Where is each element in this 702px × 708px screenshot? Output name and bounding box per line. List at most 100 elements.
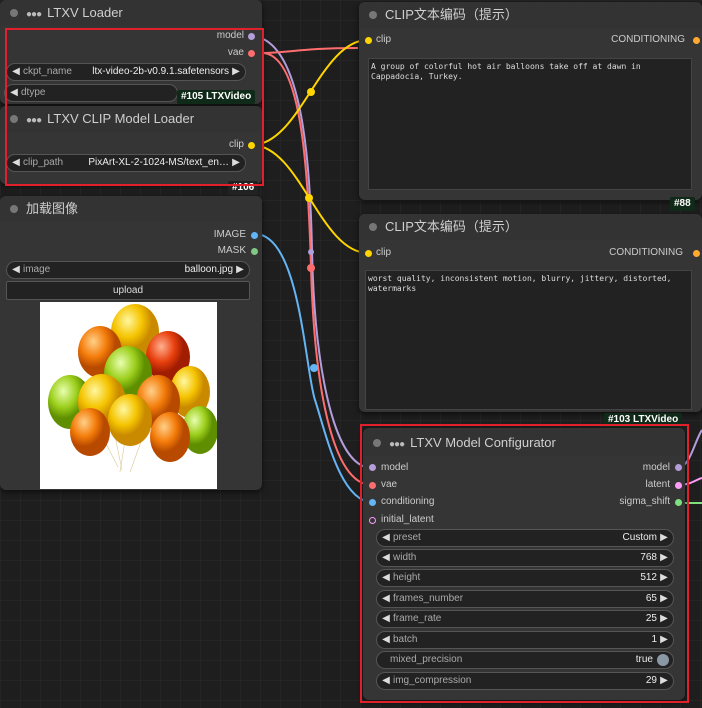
output-pin-model[interactable] <box>675 464 682 471</box>
output-pin-conditioning[interactable] <box>693 250 700 257</box>
arrow-left-icon[interactable]: ◀ <box>380 591 392 607</box>
output-pin-image[interactable] <box>251 232 258 239</box>
clip-path-combo[interactable]: ◀ clip_path PixArt-XL-2-1024-MS/text_en…… <box>6 154 246 172</box>
prompt-textarea[interactable]: worst quality, inconsistent motion, blur… <box>365 270 692 410</box>
node-id-badge: #103 LTXVideo <box>604 413 683 427</box>
output-label-sigma-shift: sigma_shift <box>619 496 670 507</box>
input-pin-initial-latent[interactable] <box>369 517 376 524</box>
arrow-right-icon[interactable]: ▶ <box>230 155 242 171</box>
input-label-initial-latent: initial_latent <box>381 514 434 525</box>
node-title-bar[interactable]: CLIP文本编码（提示） <box>359 214 702 240</box>
arrow-right-icon[interactable]: ▶ <box>658 673 670 689</box>
wire-clip-pos <box>251 39 369 146</box>
wire-model <box>249 35 373 469</box>
ltx-logo-icon: ●●● <box>26 9 42 20</box>
arrow-left-icon[interactable]: ◀ <box>10 64 22 80</box>
input-pin-conditioning[interactable] <box>369 499 376 506</box>
widget-value: true <box>635 654 653 665</box>
mixed-precision-toggle[interactable]: mixed_precision true <box>376 651 674 669</box>
arrow-left-icon[interactable]: ◀ <box>380 550 392 566</box>
preset-combo[interactable]: ◀ preset Custom ▶ <box>376 529 674 547</box>
widget-value: 768 <box>640 552 657 563</box>
reroute-dot <box>307 264 315 272</box>
widget-label: ckpt_name <box>23 66 72 77</box>
prompt-textarea[interactable]: A group of colorful hot air balloons tak… <box>368 58 692 190</box>
input-pin-clip[interactable] <box>365 37 372 44</box>
arrow-right-icon[interactable]: ▶ <box>658 632 670 648</box>
ltxv-loader-node[interactable]: ●●● LTXV Loader model vae ◀ ckpt_name ltx… <box>0 0 262 104</box>
ltx-logo-icon: ●●● <box>389 439 405 450</box>
collapse-dot-icon[interactable] <box>10 205 18 213</box>
arrow-right-icon[interactable]: ▶ <box>658 591 670 607</box>
node-title-bar[interactable]: CLIP文本编码（提示） <box>359 2 702 28</box>
arrow-left-icon[interactable]: ◀ <box>380 632 392 648</box>
height-number[interactable]: ◀ height 512 ▶ <box>376 569 674 587</box>
ckpt-name-combo[interactable]: ◀ ckpt_name ltx-video-2b-v0.9.1.safetens… <box>6 63 246 81</box>
arrow-left-icon[interactable]: ◀ <box>380 570 392 586</box>
arrow-right-icon[interactable]: ▶ <box>230 64 242 80</box>
clip-loader-node[interactable]: ●●● LTXV CLIP Model Loader clip ◀ clip_pa… <box>0 106 262 184</box>
node-title: LTXV Loader <box>47 5 123 20</box>
clip-text-encode-positive-node[interactable]: CLIP文本编码（提示） clip CONDITIONING A group o… <box>359 2 702 200</box>
node-id-badge: #88 <box>670 197 695 211</box>
toggle-knob-icon[interactable] <box>657 654 669 666</box>
arrow-right-icon[interactable]: ▶ <box>658 530 670 546</box>
output-pin-mask[interactable] <box>251 248 258 255</box>
frames-number-number[interactable]: ◀ frames_number 65 ▶ <box>376 590 674 608</box>
ltx-logo-icon: ●●● <box>26 115 42 126</box>
output-pin-vae[interactable] <box>248 50 255 57</box>
collapse-dot-icon[interactable] <box>373 439 381 447</box>
reroute-dot <box>305 194 313 202</box>
frame-rate-number[interactable]: ◀ frame_rate 25 ▶ <box>376 610 674 628</box>
load-image-node[interactable]: 加载图像 IMAGE MASK ◀ image balloon.jpg ▶ up… <box>0 196 262 490</box>
collapse-dot-icon[interactable] <box>369 223 377 231</box>
arrow-left-icon[interactable]: ◀ <box>10 262 22 278</box>
node-title-bar[interactable]: ●●● LTXV CLIP Model Loader <box>0 106 262 132</box>
widget-label: clip_path <box>23 157 64 168</box>
node-title-bar[interactable]: ●●● LTXV Model Configurator <box>363 430 685 456</box>
input-pin-vae[interactable] <box>369 482 376 489</box>
collapse-dot-icon[interactable] <box>369 11 377 19</box>
wire-vae <box>261 52 373 486</box>
node-title-bar[interactable]: ●●● LTXV Loader <box>0 0 262 26</box>
input-pin-model[interactable] <box>369 464 376 471</box>
arrow-right-icon[interactable]: ▶ <box>658 611 670 627</box>
output-pin-model[interactable] <box>248 33 255 40</box>
widget-value: ltx-video-2b-v0.9.1.safetensors <box>92 66 229 77</box>
arrow-left-icon[interactable]: ◀ <box>10 155 22 171</box>
node-title-bar[interactable]: 加载图像 <box>0 196 262 222</box>
batch-number[interactable]: ◀ batch 1 ▶ <box>376 631 674 649</box>
widget-label: img_compression <box>393 675 472 686</box>
collapse-dot-icon[interactable] <box>10 115 18 123</box>
arrow-left-icon[interactable]: ◀ <box>8 85 20 101</box>
arrow-left-icon[interactable]: ◀ <box>380 673 392 689</box>
input-pin-clip[interactable] <box>365 250 372 257</box>
arrow-left-icon[interactable]: ◀ <box>380 611 392 627</box>
arrow-left-icon[interactable]: ◀ <box>380 530 392 546</box>
widget-value: 512 <box>640 572 657 583</box>
arrow-right-icon[interactable]: ▶ <box>234 262 246 278</box>
output-label-conditioning: CONDITIONING <box>611 34 685 45</box>
arrow-right-icon[interactable]: ▶ <box>658 570 670 586</box>
image-preview <box>40 302 217 489</box>
dtype-combo[interactable]: ◀ dtype <box>4 84 178 102</box>
node-id-badge: #105 LTXVideo <box>177 90 256 104</box>
output-pin-clip[interactable] <box>248 142 255 149</box>
widget-label: dtype <box>21 87 46 98</box>
width-number[interactable]: ◀ width 768 ▶ <box>376 549 674 567</box>
output-pin-sigma-shift[interactable] <box>675 499 682 506</box>
node-title: CLIP文本编码（提示） <box>385 7 518 22</box>
clip-text-encode-negative-node[interactable]: CLIP文本编码（提示） clip CONDITIONING worst qua… <box>359 214 702 412</box>
input-label-clip: clip <box>376 247 392 258</box>
ltxv-model-configurator-node[interactable]: ●●● LTXV Model Configurator model vae con… <box>363 428 685 700</box>
arrow-right-icon[interactable]: ▶ <box>658 550 670 566</box>
img-compression-number[interactable]: ◀ img_compression 29 ▶ <box>376 672 674 690</box>
output-label-model: model <box>642 462 670 473</box>
output-label-image: IMAGE <box>213 229 246 240</box>
output-pin-latent[interactable] <box>675 482 682 489</box>
upload-button[interactable]: upload <box>6 281 250 300</box>
widget-value: 29 <box>645 675 657 686</box>
collapse-dot-icon[interactable] <box>10 9 18 17</box>
output-pin-conditioning[interactable] <box>693 37 700 44</box>
image-combo[interactable]: ◀ image balloon.jpg ▶ <box>6 261 250 279</box>
